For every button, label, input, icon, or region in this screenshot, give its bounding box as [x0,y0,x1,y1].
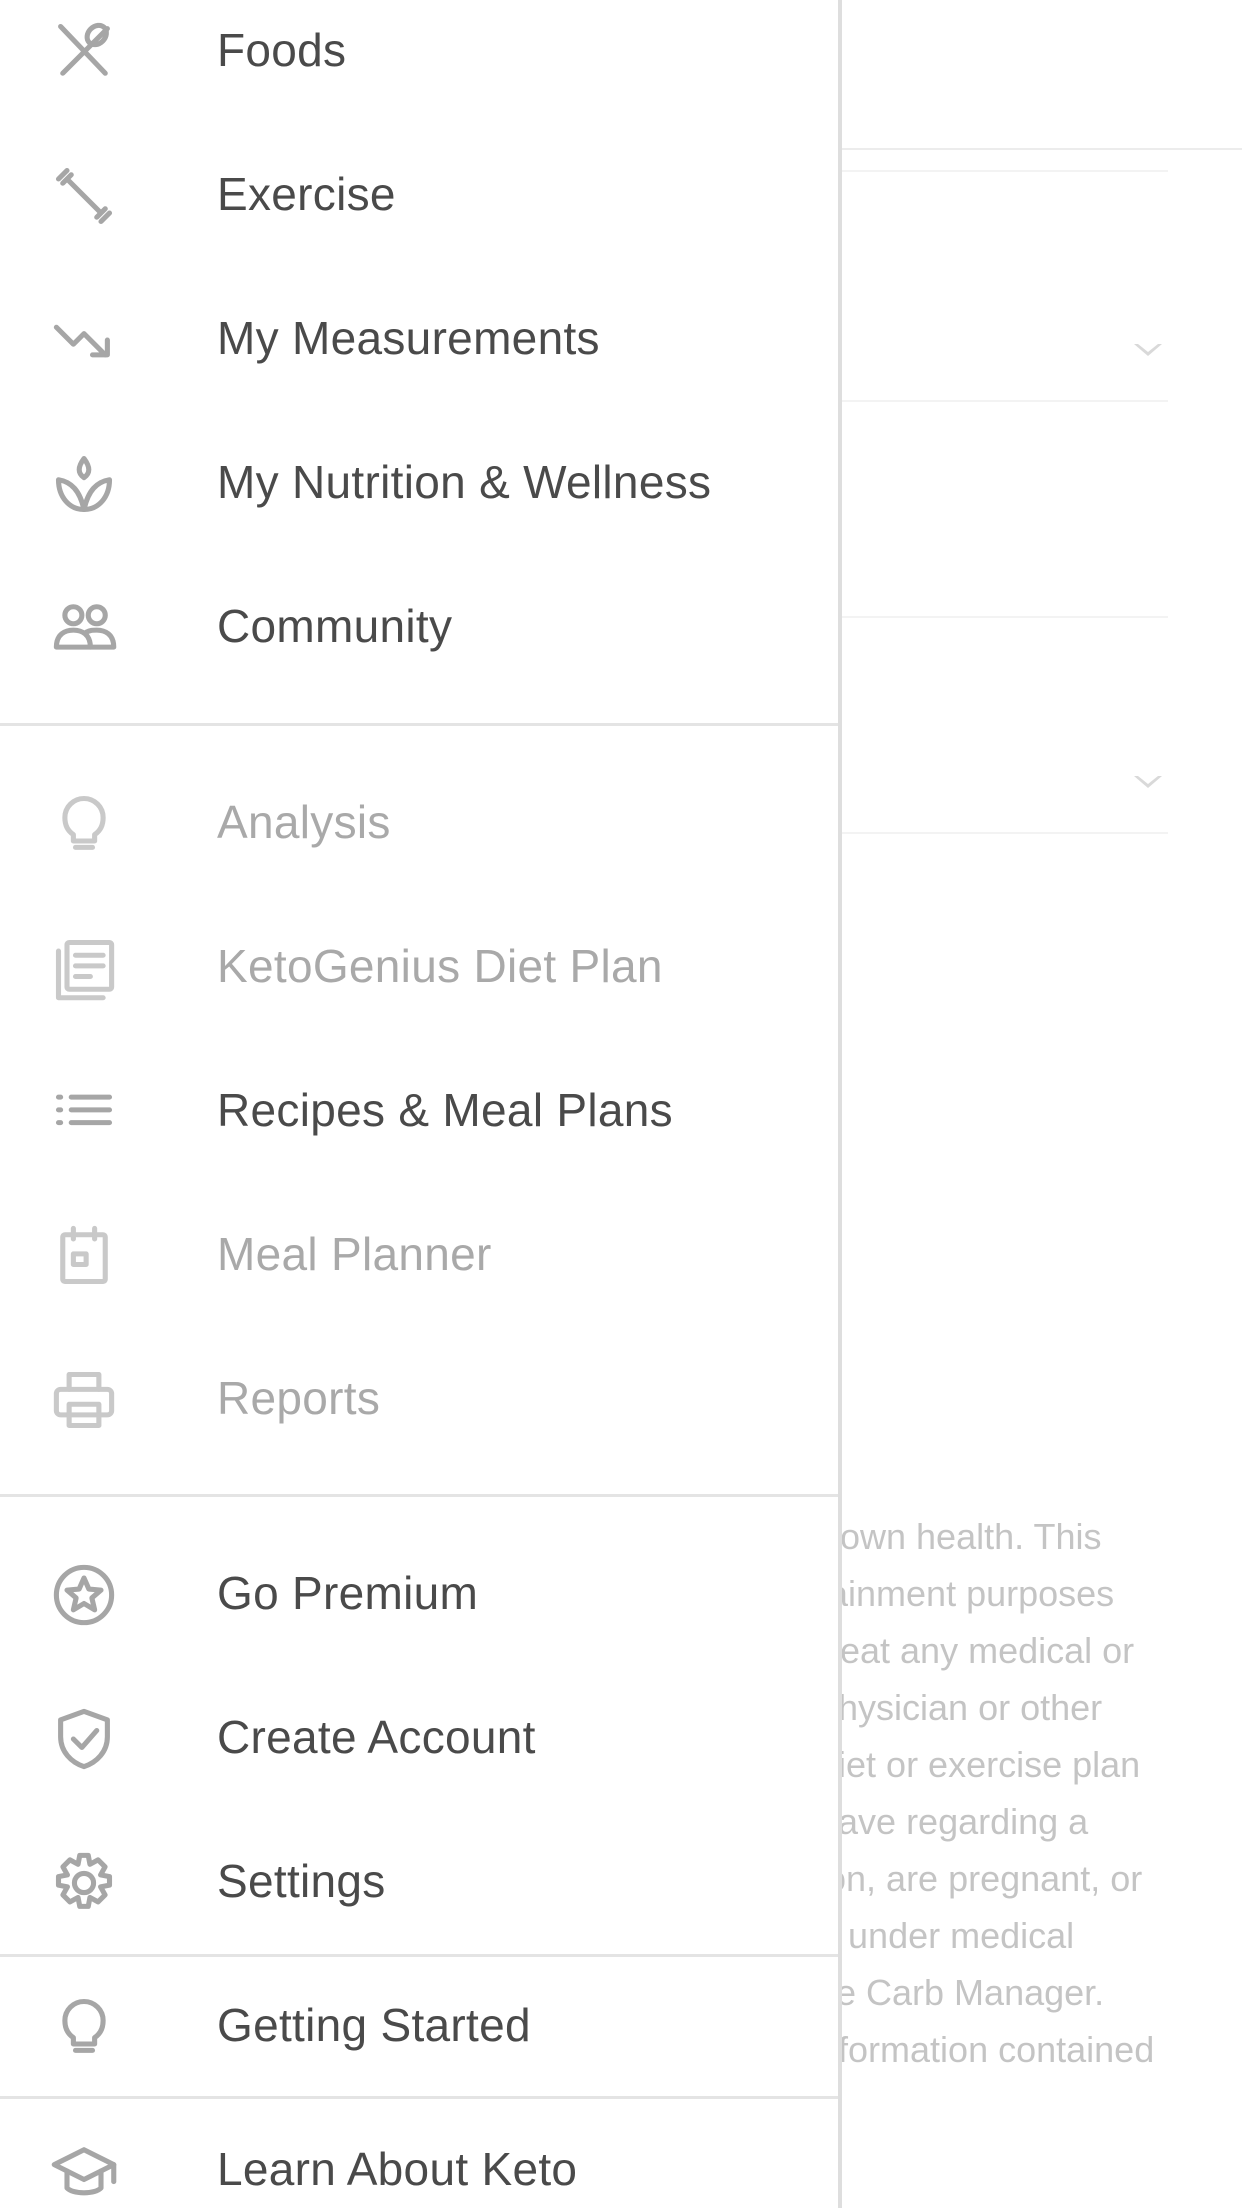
menu-item-ketogenius-diet-plan[interactable]: KetoGenius Diet Plan [0,894,838,1038]
star-circle-icon [50,1561,118,1629]
menu-item-settings[interactable]: Settings [0,1809,838,1953]
shield-check-icon [50,1705,118,1773]
calendar-icon [50,1222,118,1290]
menu-item-label: My Measurements [217,312,600,364]
menu-item-label: KetoGenius Diet Plan [217,940,663,992]
menu-item-community[interactable]: Community [0,554,838,698]
trend-down-icon [50,306,118,374]
dumbbell-icon [50,162,118,230]
menu-item-recipes-meal-plans[interactable]: Recipes & Meal Plans [0,1038,838,1182]
lotus-icon [50,450,118,518]
menu-item-create-account[interactable]: Create Account [0,1665,838,1809]
menu-item-learn-about-keto[interactable]: Learn About Keto [0,2097,838,2208]
menu-item-analysis[interactable]: Analysis [0,750,838,894]
list-icon [50,1078,118,1146]
menu-item-exercise[interactable]: Exercise [0,122,838,266]
menu-item-my-measurements[interactable]: My Measurements [0,266,838,410]
gear-icon [50,1849,118,1917]
menu-item-label: My Nutrition & Wellness [217,456,712,508]
menu-item-label: Learn About Keto [217,2143,578,2195]
menu-item-label: Community [217,600,453,652]
menu-item-foods[interactable]: Foods [0,0,838,122]
menu-item-label: Go Premium [217,1567,479,1619]
divider [838,616,1168,618]
header-divider [838,148,1242,150]
menu-item-label: Foods [217,24,347,76]
menu-item-label: Exercise [217,168,396,220]
chevron-down-icon[interactable] [1134,776,1162,788]
chevron-down-icon[interactable] [1134,344,1162,356]
section-divider [0,1494,838,1497]
lightbulb-icon [50,1993,118,2061]
divider [838,832,1168,834]
menu-item-getting-started[interactable]: Getting Started [0,1953,838,2097]
menu-item-label: Recipes & Meal Plans [217,1084,673,1136]
disclaimer-text: r own health. This tainment purposes tre… [818,1516,1155,2070]
graduation-cap-icon [50,2137,118,2205]
menu-item-label: Settings [217,1855,386,1907]
divider [838,170,1168,172]
people-icon [50,594,118,662]
fork-spoon-icon [50,18,118,86]
menu-item-label: Reports [217,1372,381,1424]
menu-item-label: Analysis [217,796,391,848]
printer-icon [50,1366,118,1434]
document-icon [50,934,118,1002]
divider [838,400,1168,402]
lightbulb-icon [50,790,118,858]
menu-item-label: Create Account [217,1711,536,1763]
menu-item-reports[interactable]: Reports [0,1326,838,1470]
menu-item-label: Meal Planner [217,1228,492,1280]
section-divider [0,723,838,726]
navigation-drawer: Foods Exercise My Measurements My Nutrit… [0,0,842,2208]
menu-item-my-nutrition-wellness[interactable]: My Nutrition & Wellness [0,410,838,554]
menu-item-meal-planner[interactable]: Meal Planner [0,1182,838,1326]
menu-item-label: Getting Started [217,1999,531,2051]
menu-item-go-premium[interactable]: Go Premium [0,1521,838,1665]
